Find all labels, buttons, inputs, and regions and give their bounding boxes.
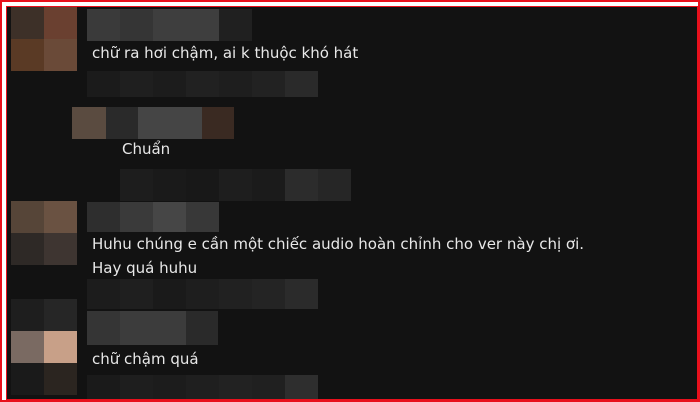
screenshot-frame: chữ ra hơi chậm, ai k thuộc khó hát Chuẩ… xyxy=(0,0,700,402)
username-pixelated[interactable] xyxy=(87,202,219,232)
comment-text: Chuẩn xyxy=(122,140,171,158)
reply-header-pixelated[interactable] xyxy=(72,107,234,139)
comment-text: chữ chậm quá xyxy=(92,350,199,368)
comment-meta-pixelated xyxy=(87,375,318,399)
comment-text: Huhu chúng e cần một chiếc audio hoàn ch… xyxy=(92,235,585,253)
reply-meta-pixelated xyxy=(120,169,351,201)
comments-panel: chữ ra hơi chậm, ai k thuộc khó hát Chuẩ… xyxy=(6,6,698,400)
avatar-pixelated[interactable] xyxy=(11,299,77,399)
username-pixelated[interactable] xyxy=(87,311,218,345)
comment-text-line-2: Hay quá huhu xyxy=(92,259,198,277)
avatar-pixelated[interactable] xyxy=(11,201,77,265)
comment-text: chữ ra hơi chậm, ai k thuộc khó hát xyxy=(92,44,359,62)
username-pixelated[interactable] xyxy=(87,9,252,41)
comment-meta-pixelated xyxy=(87,279,318,309)
avatar-pixelated[interactable] xyxy=(11,7,77,71)
comment-meta-pixelated xyxy=(87,71,318,97)
